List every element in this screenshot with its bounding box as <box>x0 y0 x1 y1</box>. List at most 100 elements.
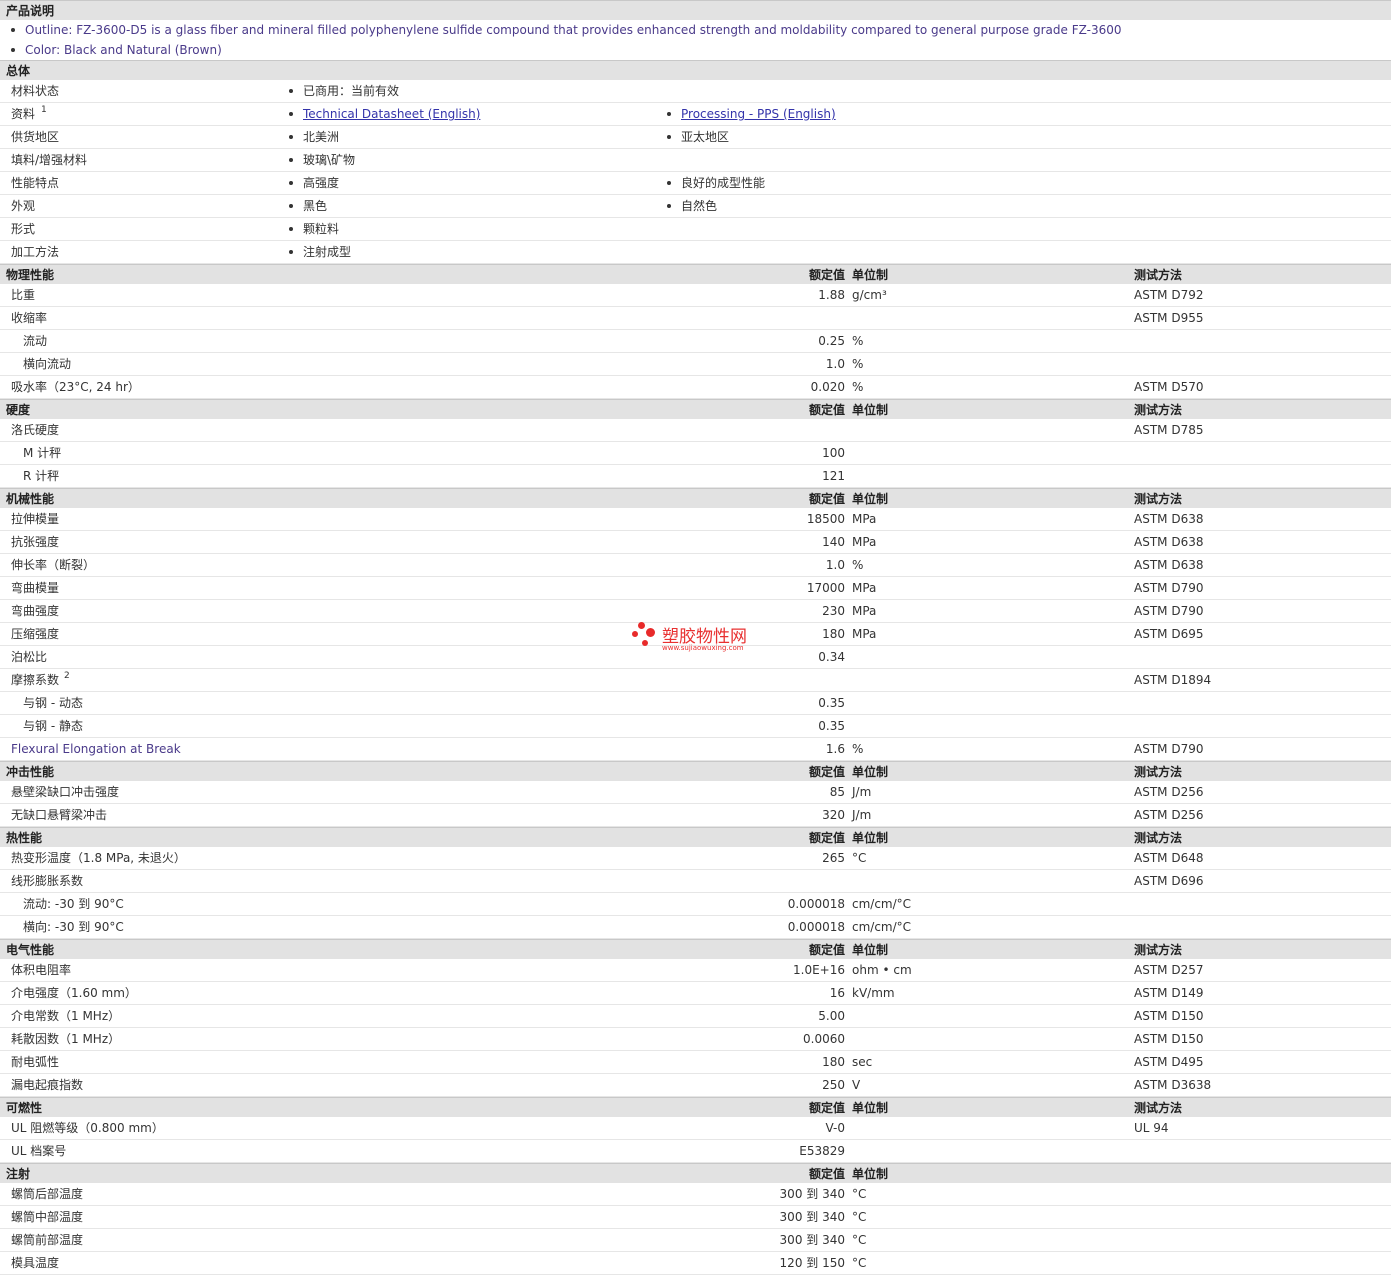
property-row: 洛氏硬度 ASTM D785 <box>0 419 1391 442</box>
general-value-2: 自然色 <box>681 199 718 213</box>
section-header-product: 产品说明 <box>0 0 1391 20</box>
general-value-1: 玻璃\矿物 <box>303 153 356 167</box>
property-label: 横向流动 <box>23 357 72 371</box>
property-unit: MPa <box>852 604 877 618</box>
test-method: ASTM D257 <box>1134 963 1204 977</box>
test-method: ASTM D150 <box>1134 1032 1204 1046</box>
property-value: 16 <box>829 986 845 1000</box>
property-unit: °C <box>852 1187 867 1201</box>
property-label: 漏电起痕指数 <box>11 1078 84 1092</box>
property-row: 悬壁梁缺口冲击强度 85 J/m ASTM D256 <box>0 781 1391 804</box>
property-row: 比重 1.88 g/cm³ ASTM D792 <box>0 284 1391 307</box>
test-method: ASTM D149 <box>1134 986 1204 1000</box>
property-label: 伸长率（断裂） <box>11 558 96 572</box>
product-bullet: Color: Black and Natural (Brown) <box>11 40 222 60</box>
logo-dot-icon <box>646 628 655 637</box>
general-value-2[interactable]: Processing - PPS (English) <box>681 107 836 121</box>
property-row: 螺筒中部温度 300 到 340 °C <box>0 1206 1391 1229</box>
test-method: ASTM D495 <box>1134 1055 1204 1069</box>
property-row: 无缺口悬臂梁冲击 320 J/m ASTM D256 <box>0 804 1391 827</box>
property-value: 230 <box>822 604 845 618</box>
property-row: 螺筒前部温度 300 到 340 °C <box>0 1229 1391 1252</box>
property-value: 1.0E+16 <box>793 963 845 977</box>
property-row: M 计秤 100 <box>0 442 1391 465</box>
property-unit: % <box>852 380 864 394</box>
column-header-unit: 单位制 <box>852 943 889 957</box>
property-label: 压缩强度 <box>11 627 60 641</box>
property-value: 1.6 <box>825 742 845 756</box>
property-label: 吸水率（23°C, 24 hr） <box>11 380 140 394</box>
column-header-method: 测试方法 <box>1134 268 1183 282</box>
section-header: 电气性能 额定值 单位制 测试方法 <box>0 939 1391 959</box>
property-label: R 计秤 <box>23 469 60 483</box>
property-unit: cm/cm/°C <box>852 897 912 911</box>
property-label: 泊松比 <box>11 650 48 664</box>
column-header-unit: 单位制 <box>852 1101 889 1115</box>
property-unit: cm/cm/°C <box>852 920 912 934</box>
property-label: 无缺口悬臂梁冲击 <box>11 808 108 822</box>
general-row: 供货地区 北美洲 亚太地区 <box>0 126 1391 149</box>
property-row: 弯曲模量 17000 MPa ASTM D790 <box>0 577 1391 600</box>
property-value: 250 <box>822 1078 845 1092</box>
property-row: 摩擦系数 2 ASTM D1894 <box>0 669 1391 692</box>
general-value-1-item: 颗粒料 <box>289 218 339 241</box>
bullet-icon <box>11 27 15 32</box>
property-label: 洛氏硬度 <box>11 423 60 437</box>
general-value-2-item: 自然色 <box>667 195 717 218</box>
footnote-marker: 1 <box>41 105 47 115</box>
section-title: 电气性能 <box>6 943 55 957</box>
column-header-unit: 单位制 <box>852 1167 889 1181</box>
general-value-1-item[interactable]: Technical Datasheet (English) <box>289 103 480 126</box>
property-row: UL 档案号 E53829 <box>0 1140 1391 1163</box>
test-method: ASTM D3638 <box>1134 1078 1212 1092</box>
property-label: 填料/增强材料 <box>11 153 88 167</box>
property-row: Flexural Elongation at Break 1.6% ASTM D79… <box>0 738 1391 761</box>
property-label: 与钢 - 静态 <box>23 719 83 733</box>
property-label: 耐电弧性 <box>11 1055 60 1069</box>
property-row: 流动 0.25% <box>0 330 1391 353</box>
general-value-2-item: 良好的成型性能 <box>667 172 765 195</box>
test-method: ASTM D1894 <box>1134 673 1212 687</box>
property-unit: % <box>852 334 864 348</box>
property-unit: ohm • cm <box>852 963 912 977</box>
column-header-value: 额定值 <box>808 1167 845 1181</box>
product-bullet-row: Outline: FZ-3600-D5 is a glass fiber and… <box>0 20 1391 40</box>
general-value-2-item[interactable]: Processing - PPS (English) <box>667 103 836 126</box>
property-row: 线形膨胀系数 ASTM D696 <box>0 870 1391 893</box>
column-header-unit: 单位制 <box>852 831 889 845</box>
section-header-general: 总体 <box>0 60 1391 80</box>
column-header-value: 额定值 <box>808 765 845 779</box>
general-value-1[interactable]: Technical Datasheet (English) <box>303 107 480 121</box>
property-value: 0.000018 <box>787 897 845 911</box>
property-label: 流动 <box>23 334 48 348</box>
property-value: 320 <box>822 808 845 822</box>
test-method: ASTM D790 <box>1134 742 1204 756</box>
property-value: 180 <box>822 1055 845 1069</box>
logo-dot-icon <box>638 622 645 629</box>
property-label: 材料状态 <box>11 84 60 98</box>
column-header-method: 测试方法 <box>1134 831 1183 845</box>
bullet-icon <box>667 203 671 208</box>
property-unit: MPa <box>852 627 877 641</box>
general-value-2-item: 亚太地区 <box>667 126 729 149</box>
general-value-1: 已商用：当前有效 <box>303 84 400 98</box>
test-method: ASTM D696 <box>1134 874 1204 888</box>
property-label: 体积电阻率 <box>11 963 72 977</box>
logo-dot-icon <box>642 640 648 646</box>
section-header: 可燃性 额定值 单位制 测试方法 <box>0 1097 1391 1117</box>
product-bullet-text: Color: Black and Natural (Brown) <box>25 43 222 57</box>
property-label: 模具温度 <box>11 1256 60 1270</box>
test-method: ASTM D150 <box>1134 1009 1204 1023</box>
property-label: 螺筒后部温度 <box>11 1187 84 1201</box>
property-row: 横向: -30 到 90°C 0.000018 cm/cm/°C <box>0 916 1391 939</box>
property-row: R 计秤 121 <box>0 465 1391 488</box>
section-title: 产品说明 <box>6 4 55 18</box>
property-unit: J/m <box>852 808 872 822</box>
property-row: 热变形温度（1.8 MPa, 未退火） 265 °C ASTM D648 <box>0 847 1391 870</box>
property-label: 热变形温度（1.8 MPa, 未退火） <box>11 851 186 865</box>
column-header-unit: 单位制 <box>852 403 889 417</box>
property-unit: °C <box>852 1210 867 1224</box>
bullet-icon <box>289 203 293 208</box>
property-row: 弯曲强度 230 MPa ASTM D790 <box>0 600 1391 623</box>
property-unit: MPa <box>852 535 877 549</box>
